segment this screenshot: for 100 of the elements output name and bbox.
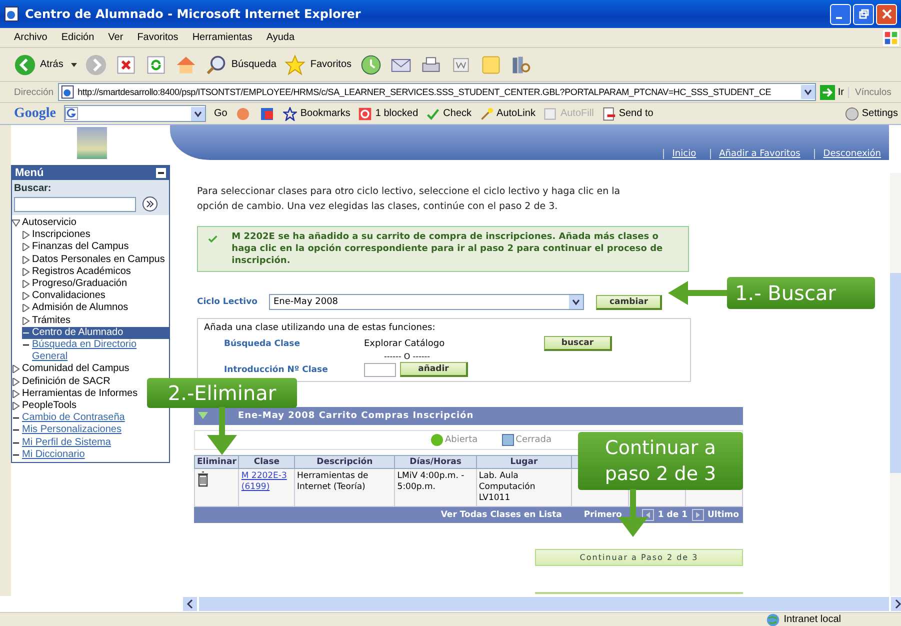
google-search-field[interactable] [64,105,206,122]
scroll-right-icon[interactable] [891,597,901,611]
toolbar-icon[interactable] [259,106,276,122]
view-all-link[interactable]: Ver Todas Clases en Lista [440,510,562,520]
expand-triangle-icon[interactable] [22,316,30,325]
expand-triangle-icon[interactable] [22,268,30,276]
trash-icon[interactable] [197,471,209,487]
globe-icon [766,612,780,626]
intro-text: Para seleccionar clases para otro ciclo lectivo, seleccione el ciclo lectivo y haga clic en la opción de cambio. Una vez elegidas las clases, continúe con el paso 2 de 3. [197,185,622,214]
stop-icon[interactable] [115,54,138,76]
minimize-icon [836,16,842,18]
class-number-field[interactable] [364,362,396,376]
back-button[interactable]: Atrás [14,54,64,76]
callout-arrow [207,407,237,455]
add-button[interactable]: añadir [400,362,468,377]
menu-folder[interactable]: Inscripciones [32,229,90,242]
menu-item[interactable]: Ver [108,32,124,43]
close-icon [882,9,892,19]
or-separator: ------ O ------ [383,352,430,361]
header-link[interactable]: Desconexión [814,149,889,159]
continue-button[interactable]: Continuar a Paso 2 de 3 [535,549,743,566]
menu-folder[interactable]: PeopleTools [22,400,76,412]
google-toolbar-button[interactable]: Check [426,106,472,120]
settings-button[interactable]: Settings [844,106,898,120]
google-toolbar-button[interactable]: 1 blocked [358,106,418,120]
callout-arrow [668,281,728,305]
history-icon[interactable] [360,54,382,76]
links-label[interactable]: Vínculos [848,86,901,98]
google-toolbar-button[interactable]: Bookmarks [283,106,350,120]
search-button[interactable]: Búsqueda [205,54,276,76]
menu-folder[interactable]: Admisión de Alumnos [32,302,128,315]
page-icon [60,85,75,99]
menu-folder[interactable]: Convalidaciones [32,290,106,302]
menu-item[interactable]: Favoritos [137,32,178,43]
search-button[interactable]: buscar [544,336,612,351]
table-cell: Lab. Aula Computación LV1011 [476,468,572,506]
caret-icon[interactable] [800,85,815,99]
google-icon [65,107,78,120]
search-go-icon[interactable] [142,196,158,212]
expand-triangle-icon[interactable] [22,231,30,240]
menu-link[interactable]: Mi Diccionario [12,448,169,462]
vertical-scrollbar[interactable] [890,173,901,596]
menu-link[interactable]: Mi Perfil de Sistema [12,436,169,449]
google-go-button[interactable]: Go [214,108,228,119]
collapse-icon[interactable] [156,168,166,178]
column-header: Descripción [294,456,395,468]
minimize-button[interactable] [830,4,851,24]
menu-folder[interactable]: Autoservicio [22,217,76,230]
header-link[interactable]: Inicio [663,149,704,159]
go-button[interactable]: Ir [820,84,844,100]
close-button[interactable] [876,4,897,24]
menu-link[interactable]: Cambio de Contraseña [12,412,169,424]
expand-triangle-icon[interactable] [12,402,20,410]
toolbar-icon [283,106,298,120]
caret-icon[interactable] [71,62,78,66]
menu-search-field[interactable] [14,196,136,212]
header-link[interactable]: Añadir a Favoritos [710,149,808,159]
menu-folder[interactable]: Herramientas de Informes [22,388,138,400]
menu-item[interactable]: Ayuda [266,32,295,43]
menu-folder[interactable]: Definición de SACR [22,376,110,388]
change-button[interactable]: cambiar [596,294,662,310]
toolbar-icon [358,106,372,120]
scroll-left-icon[interactable] [183,597,197,611]
browse-catalog-label: Explorar Catálogo [364,338,445,348]
menu-item[interactable]: Archivo [14,32,48,43]
menu-folder[interactable]: Trámites [32,314,71,327]
menu-item[interactable]: Centro de Alumnado [22,326,169,340]
menu-folder[interactable]: Finanzas del Campus [32,241,129,254]
refresh-icon[interactable] [145,54,168,76]
google-toolbar-button[interactable]: AutoLink [480,106,536,120]
term-dropdown[interactable]: Ene-May 2008 [269,294,584,310]
legend-label: Abierta [445,435,478,445]
expand-triangle-icon[interactable] [12,390,20,398]
menu-link[interactable]: Búsqueda en Directorio General [22,339,169,364]
menu-folder[interactable]: Datos Personales en Campus [32,254,165,266]
favorites-button[interactable]: Favoritos [284,54,352,76]
toolbar-icon [543,106,558,120]
message-text: M 2202E se ha añadido a su carrito de compra de inscripciones. Añada más clases o haga clic en la opción correspondiente para ir al paso 2 para continuar el proceso de inscripción. [232,231,664,267]
caret-icon[interactable] [191,106,205,120]
address-field[interactable]: http://smartdesarrollo:8400/psp/ITSONTST/EMPLOYEE/HRMS/c/SA_LEARNER_SERVICES.SSS_STUDENT_CENTER.GBL?PORTALPARAM_PTCNAV=HC_SSS_STUDENT_CE [58,83,816,101]
menu-folder[interactable]: Progreso/Graduación [32,278,128,290]
expand-triangle-icon[interactable] [22,304,30,312]
logo-drawing [77,127,107,159]
expand-triangle-icon[interactable] [22,256,30,264]
menu-folder[interactable]: Registros Académicos [32,266,131,278]
menu-item[interactable]: Herramientas [192,32,252,43]
horizontal-scrollbar[interactable] [0,596,901,612]
expand-triangle-icon[interactable] [22,243,30,252]
google-logo[interactable]: Google [14,106,56,122]
restore-button[interactable] [853,4,874,24]
expand-triangle-icon[interactable] [12,378,20,386]
menu-link[interactable]: Mis Personalizaciones [12,424,169,437]
menu-folder[interactable]: Comunidad del Campus [22,363,130,376]
expand-triangle-icon[interactable] [22,280,30,288]
expand-triangle-icon[interactable] [22,292,30,300]
expand-triangle-icon[interactable] [12,365,20,374]
expand-triangle-icon[interactable] [12,219,20,227]
google-toolbar-button[interactable]: Send to [602,106,654,120]
menu-item[interactable]: Edición [61,32,94,43]
page-icon [4,6,20,22]
